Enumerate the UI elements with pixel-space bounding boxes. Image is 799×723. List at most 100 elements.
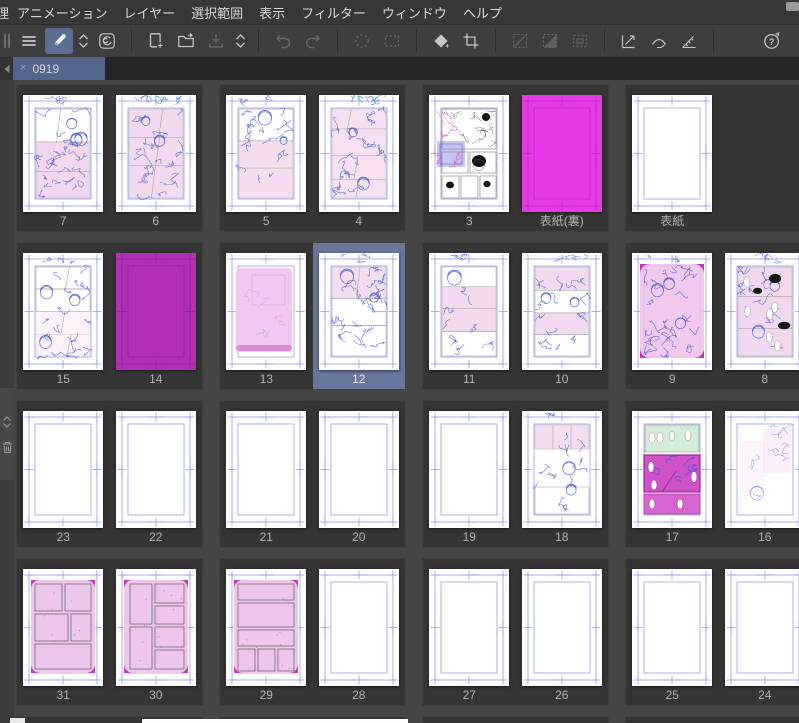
toolbar-items: ? bbox=[14, 25, 799, 57]
page-thumbnail bbox=[226, 411, 307, 528]
page-cell-11[interactable]: 11 bbox=[423, 243, 516, 389]
toolbar-pen-tool-button[interactable] bbox=[45, 28, 73, 54]
page-number-label: 18 bbox=[555, 530, 569, 544]
page-cell-27[interactable]: 27 bbox=[423, 559, 516, 705]
page-cell-29[interactable]: 29 bbox=[220, 559, 313, 705]
toolbar-main-menu-button[interactable] bbox=[15, 28, 43, 54]
left-dock-strip bbox=[0, 80, 14, 723]
toolbar-separator bbox=[713, 29, 714, 53]
menu-item-page-manage-partial[interactable]: 理 bbox=[0, 3, 9, 22]
spread-group: 31 30 bbox=[16, 558, 203, 706]
document-tab[interactable]: × 0919 bbox=[13, 57, 105, 80]
page-cell-28[interactable]: 28 bbox=[313, 559, 406, 705]
page-number-label: 24 bbox=[758, 688, 772, 702]
page-number-label: 10 bbox=[555, 372, 569, 386]
toolbar-tool-chevrons-button[interactable] bbox=[75, 28, 91, 54]
page-cell-13[interactable]: 13 bbox=[220, 243, 313, 389]
page-cell-18[interactable]: 18 bbox=[516, 401, 609, 547]
toolbar-crop-marks-button[interactable] bbox=[457, 28, 485, 54]
page-thumbnail bbox=[521, 411, 602, 528]
toolbar-separator bbox=[337, 29, 338, 53]
page-cell-24[interactable]: 24 bbox=[719, 559, 799, 705]
page-number-label: 23 bbox=[56, 530, 70, 544]
page-cell-12[interactable]: 12 bbox=[312, 243, 405, 389]
clear-icon bbox=[355, 34, 369, 48]
page-number-label: 13 bbox=[259, 372, 273, 386]
menu-item-layer[interactable]: レイヤー bbox=[115, 3, 183, 22]
toolbar-save-chevrons-button[interactable] bbox=[232, 28, 248, 54]
page-number-label: 6 bbox=[152, 214, 160, 228]
fill-icon bbox=[434, 34, 449, 48]
spread-group: 29 28 bbox=[219, 558, 406, 706]
page-cell-30[interactable]: 30 bbox=[110, 559, 203, 705]
toolbar-separator bbox=[131, 29, 132, 53]
page-thumbnail bbox=[23, 95, 104, 212]
toolbar-open-file-button[interactable] bbox=[172, 28, 200, 54]
page-thumbnail bbox=[23, 411, 104, 528]
toolbar-snap-ruler-button[interactable] bbox=[615, 28, 643, 54]
selection-border-icon bbox=[572, 34, 588, 48]
page-cell-19[interactable]: 19 bbox=[423, 401, 516, 547]
toolbar-clip-studio-button[interactable] bbox=[93, 28, 121, 54]
menu-item-help[interactable]: ヘルプ bbox=[455, 3, 510, 22]
toolbar-snap-special-ruler-button[interactable] bbox=[645, 28, 673, 54]
page-cell-20[interactable]: 20 bbox=[313, 401, 406, 547]
page-thumbnail bbox=[724, 569, 799, 686]
spread-group: 17 16 bbox=[625, 400, 799, 548]
page-cell-26[interactable]: 26 bbox=[516, 559, 609, 705]
page-cell-4[interactable]: 4 bbox=[313, 85, 406, 231]
spread-group bbox=[625, 716, 799, 723]
spread-group: 98 bbox=[625, 242, 799, 390]
menu-item-view[interactable]: 表示 bbox=[251, 3, 293, 22]
menu-item-animation[interactable]: アニメーション bbox=[9, 3, 115, 22]
spread-group: 25 24 bbox=[625, 558, 799, 706]
chevrons-up-down-icon bbox=[3, 415, 11, 428]
redo-icon bbox=[305, 35, 320, 49]
toolbar-grip[interactable] bbox=[0, 25, 14, 57]
toolbar-help-button[interactable]: ? bbox=[758, 28, 786, 54]
page-cell-5[interactable]: 5 bbox=[220, 85, 313, 231]
page-cell-14[interactable]: 14 bbox=[110, 243, 203, 389]
page-cell-31[interactable]: 31 bbox=[17, 559, 110, 705]
page-cell-22[interactable]: 22 bbox=[110, 401, 203, 547]
spread-group: 54 bbox=[219, 84, 406, 232]
page-cell-9[interactable]: 9 bbox=[626, 243, 719, 389]
page-cell-7[interactable]: 7 bbox=[17, 85, 110, 231]
page-cell-25[interactable]: 25 bbox=[626, 559, 719, 705]
page-thumbnail bbox=[23, 569, 104, 686]
toolbar-group bbox=[14, 28, 122, 54]
page-cell-23[interactable]: 23 bbox=[17, 401, 110, 547]
page-thumbnail bbox=[521, 95, 602, 212]
menu-item-filter[interactable]: フィルター bbox=[293, 3, 374, 22]
page-cell-10[interactable]: 10 bbox=[516, 243, 609, 389]
toolbar-new-page-button[interactable] bbox=[142, 28, 170, 54]
spread-group: 15 14 bbox=[16, 242, 203, 390]
toolbar-fill-button[interactable] bbox=[427, 28, 455, 54]
page-cell-21[interactable]: 21 bbox=[220, 401, 313, 547]
page-number-label: 5 bbox=[262, 214, 270, 228]
page-cell-表紙(裏)[interactable]: 表紙(裏) bbox=[516, 85, 609, 231]
page-cell-17[interactable]: 17 bbox=[626, 401, 719, 547]
page-thumbnail bbox=[115, 95, 196, 212]
spread-group: 19 18 bbox=[422, 400, 609, 548]
tool-chevrons-icon bbox=[78, 34, 88, 48]
menu-item-window[interactable]: ウィンドウ bbox=[374, 3, 455, 22]
toolbar-group bbox=[426, 28, 486, 54]
page-cell-表紙[interactable]: 表紙 bbox=[626, 85, 719, 231]
toolbar-snap-grid-button[interactable] bbox=[675, 28, 703, 54]
page-cell-8[interactable]: 8 bbox=[719, 243, 799, 389]
palette-trash-button[interactable] bbox=[2, 441, 13, 454]
page-cell-3[interactable]: 3 bbox=[423, 85, 516, 231]
select-marquee-icon bbox=[384, 35, 400, 47]
menu-item-selection[interactable]: 選択範囲 bbox=[183, 3, 251, 22]
page-cell-6[interactable]: 6 bbox=[110, 85, 203, 231]
page-cell-15[interactable]: 15 bbox=[17, 243, 110, 389]
page-row: 23 22 21 20 19 18 17 16 bbox=[16, 400, 799, 548]
empty-cell bbox=[719, 717, 799, 723]
page-cell-16[interactable]: 16 bbox=[719, 401, 799, 547]
tab-scroll-left-icon[interactable] bbox=[0, 57, 13, 80]
page-number-label: 16 bbox=[758, 530, 772, 544]
tab-close-icon[interactable]: × bbox=[20, 63, 26, 74]
snap-grid-icon bbox=[682, 36, 696, 49]
palette-chevrons-button[interactable] bbox=[2, 415, 12, 429]
